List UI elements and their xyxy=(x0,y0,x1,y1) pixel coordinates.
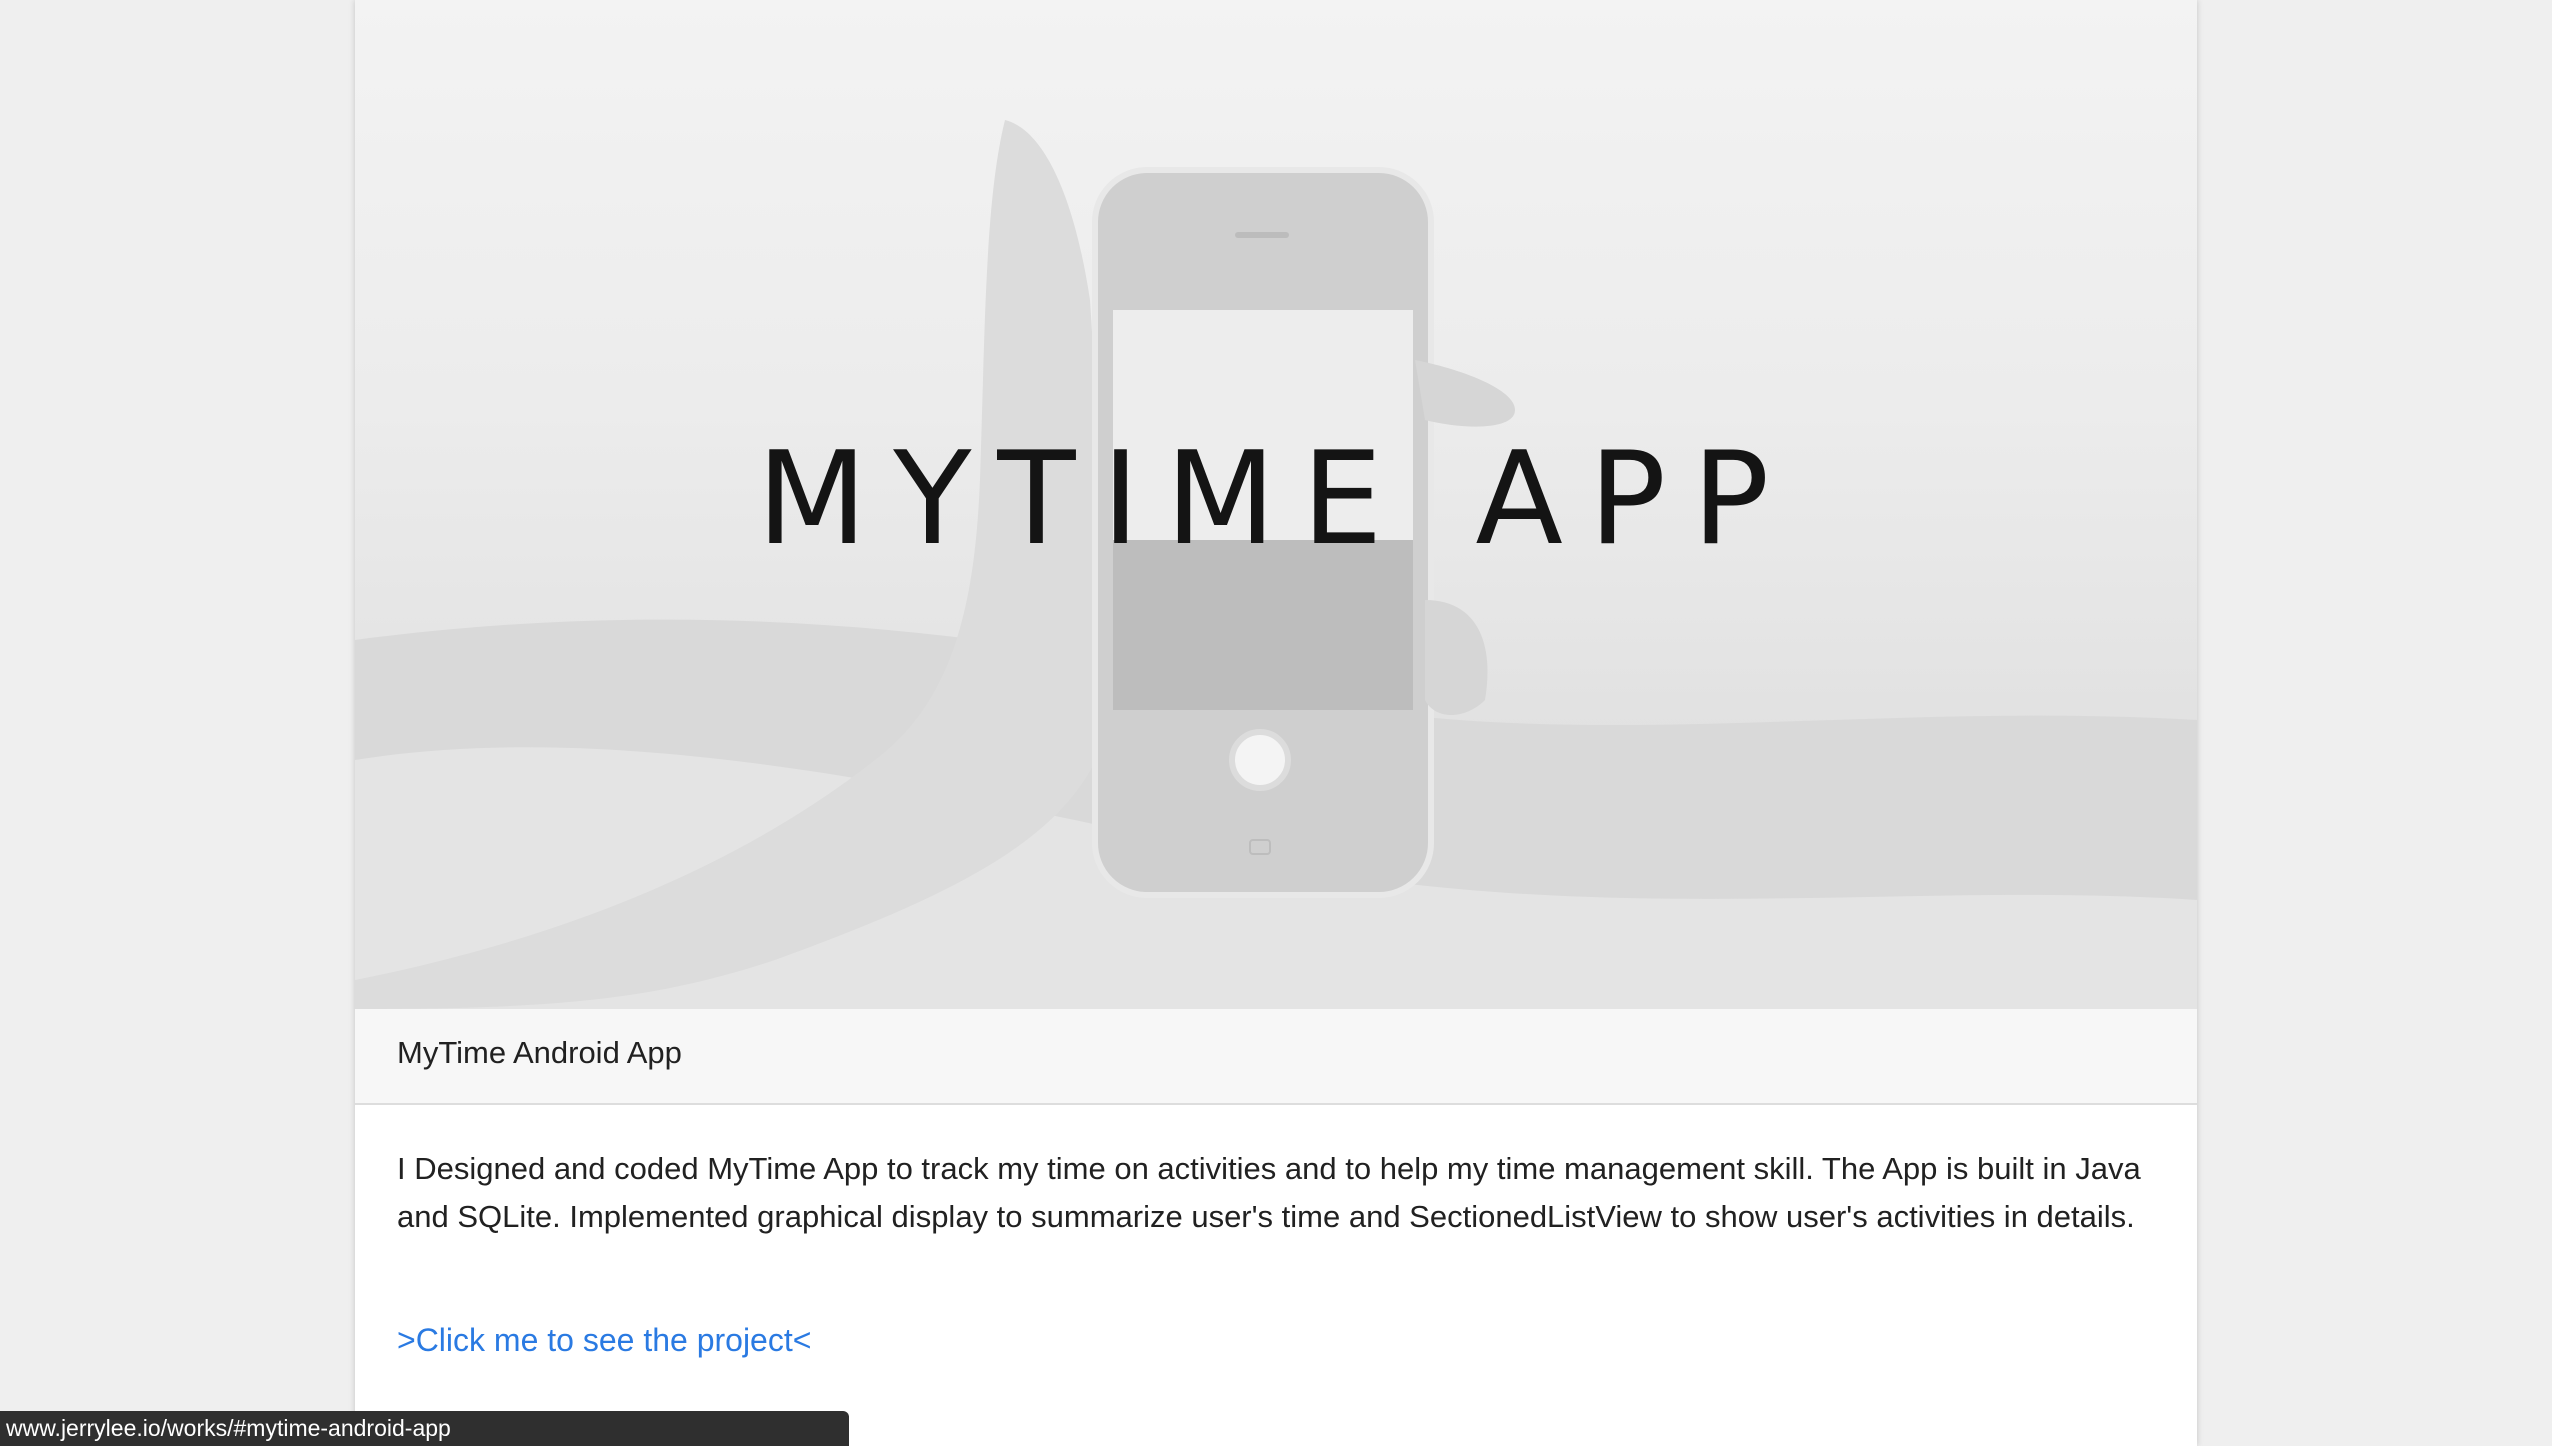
hero-image: MYTIME APP xyxy=(355,0,2197,1009)
hero-title: MYTIME APP xyxy=(756,425,1796,574)
card-description: I Designed and coded MyTime App to track… xyxy=(397,1151,2141,1234)
card-header: MyTime Android App xyxy=(355,1009,2197,1105)
card-title: MyTime Android App xyxy=(397,1035,682,1070)
status-bar-url: www.jerrylee.io/works/#mytime-android-ap… xyxy=(0,1411,849,1446)
project-card: MYTIME APP MyTime Android App I Designed… xyxy=(355,0,2197,1446)
project-link[interactable]: >Click me to see the project< xyxy=(397,1322,811,1359)
